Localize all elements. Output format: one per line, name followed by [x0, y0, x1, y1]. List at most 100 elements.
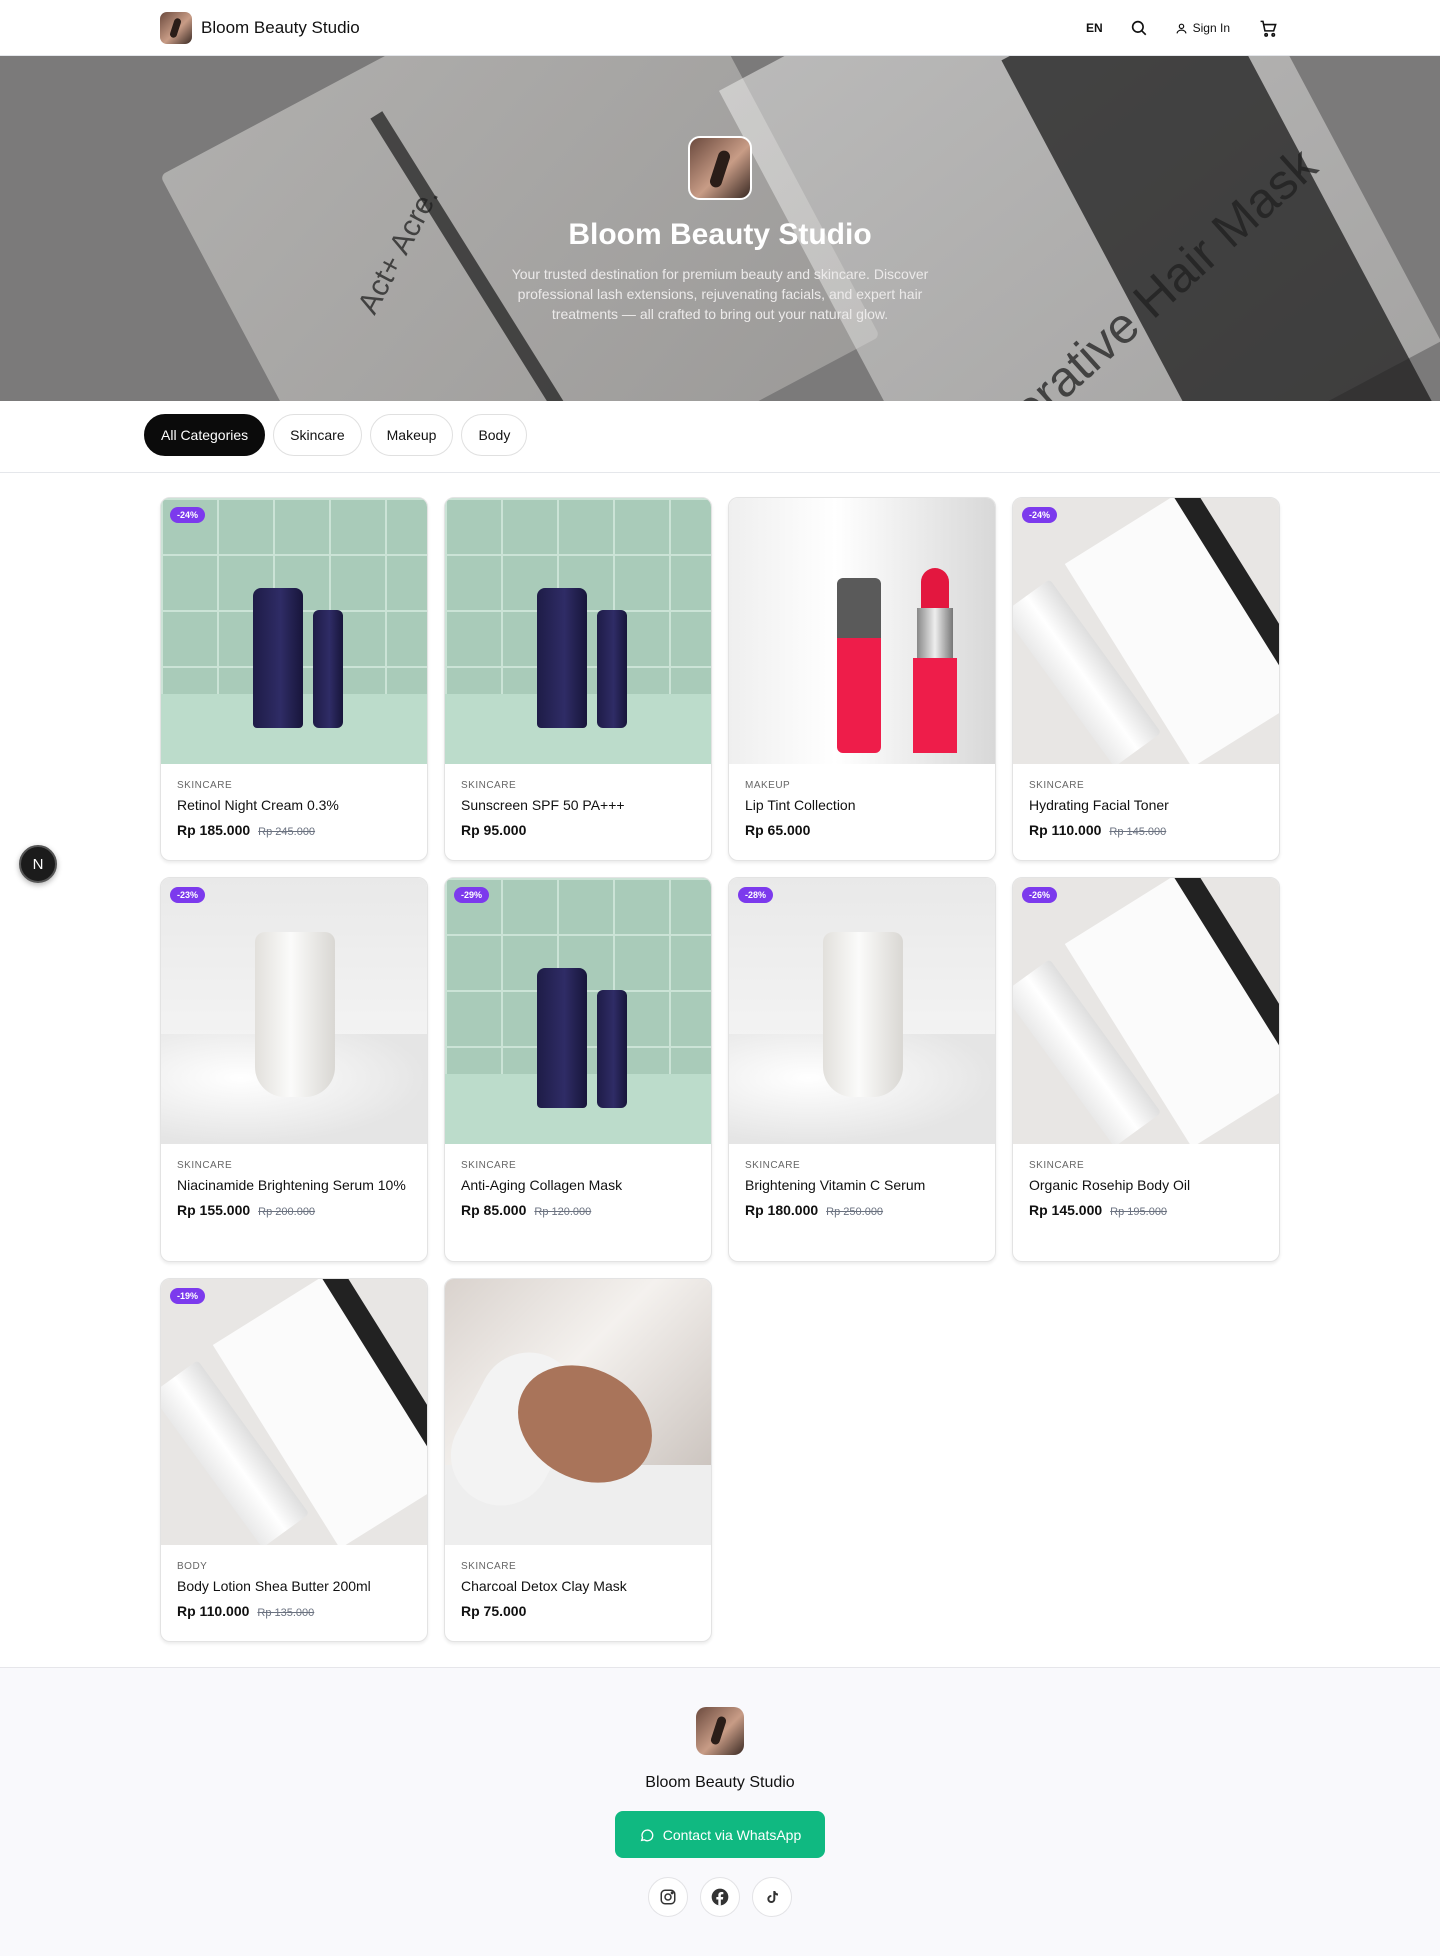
- product-image: [445, 1279, 711, 1545]
- category-chip-makeup[interactable]: Makeup: [369, 414, 454, 456]
- discount-badge: -26%: [1022, 887, 1058, 903]
- brand-logo: [160, 12, 192, 44]
- discount-badge: -28%: [738, 887, 774, 903]
- nav-actions: EN Sign In: [1086, 0, 1280, 56]
- sign-in-button[interactable]: Sign In: [1175, 21, 1230, 35]
- product-image: -29%: [445, 878, 711, 1144]
- product-price: Rp 110.000: [177, 1603, 250, 1619]
- product-name: Brightening Vitamin C Serum: [745, 1177, 926, 1193]
- product-name: Charcoal Detox Clay Mask: [461, 1578, 627, 1594]
- brand-name: Bloom Beauty Studio: [201, 18, 360, 37]
- footer-brand-name: Bloom Beauty Studio: [645, 1774, 795, 1791]
- product-card[interactable]: SKINCARE Sunscreen SPF 50 PA+++ Rp 95.000: [444, 497, 712, 861]
- product-card[interactable]: -24% SKINCARE Retinol Night Cream 0.3% Rp 1…: [160, 497, 428, 861]
- brand-link[interactable]: Bloom Beauty Studio: [160, 12, 360, 44]
- product-price: Rp 95.000: [461, 822, 527, 838]
- product-card[interactable]: -28% SKINCARE Brightening Vitamin C Serum R…: [728, 877, 996, 1262]
- product-image: [445, 498, 711, 764]
- product-price-row: Rp 155.000 Rp 200.000: [177, 1202, 411, 1218]
- product-image: -24%: [1013, 498, 1279, 764]
- search-icon[interactable]: [1127, 16, 1151, 40]
- product-image: -24%: [161, 498, 427, 764]
- discount-badge: -19%: [170, 1288, 206, 1304]
- product-old-price: Rp 135.000: [257, 1607, 315, 1619]
- product-category: MAKEUP: [745, 780, 791, 791]
- discount-badge: -29%: [454, 887, 490, 903]
- category-filter-bar: All Categories Skincare Makeup Body: [0, 401, 1440, 473]
- product-card[interactable]: -26% SKINCARE Organic Rosehip Body Oil Rp 1…: [1012, 877, 1280, 1262]
- product-info: SKINCARE Retinol Night Cream 0.3% Rp 185.0…: [161, 764, 427, 856]
- product-price-row: Rp 75.000: [461, 1603, 695, 1619]
- product-category: SKINCARE: [461, 1160, 517, 1171]
- product-old-price: Rp 195.000: [1110, 1206, 1168, 1218]
- product-price-row: Rp 65.000: [745, 822, 979, 838]
- product-info: SKINCARE Sunscreen SPF 50 PA+++ Rp 95.000: [445, 764, 711, 856]
- product-old-price: Rp 120.000: [534, 1206, 592, 1218]
- category-chip-all-categories[interactable]: All Categories: [144, 414, 266, 456]
- floating-n-badge[interactable]: N: [19, 845, 57, 883]
- product-name: Anti-Aging Collagen Mask: [461, 1177, 623, 1193]
- product-name: Sunscreen SPF 50 PA+++: [461, 797, 625, 813]
- product-info: SKINCARE Hydrating Facial Toner Rp 110.000…: [1013, 764, 1279, 856]
- footer-logo: [696, 1707, 744, 1755]
- product-category: SKINCARE: [177, 1160, 233, 1171]
- product-name: Organic Rosehip Body Oil: [1029, 1177, 1191, 1193]
- sign-in-label: Sign In: [1192, 21, 1230, 35]
- product-info: SKINCARE Charcoal Detox Clay Mask Rp 75.00…: [445, 1545, 711, 1637]
- tiktok-icon[interactable]: [752, 1877, 792, 1917]
- product-card[interactable]: -29% SKINCARE Anti-Aging Collagen Mask Rp 8…: [444, 877, 712, 1262]
- product-price-row: Rp 110.000 Rp 145.000: [1029, 822, 1263, 838]
- hero-title: Bloom Beauty Studio: [568, 218, 872, 251]
- product-name: Niacinamide Brightening Serum 10%: [177, 1177, 406, 1193]
- product-name: Lip Tint Collection: [745, 797, 856, 813]
- user-icon: [1176, 23, 1187, 33]
- discount-badge: -23%: [170, 887, 206, 903]
- product-card[interactable]: -24% SKINCARE Hydrating Facial Toner Rp 110…: [1012, 497, 1280, 861]
- product-old-price: Rp 245.000: [258, 826, 316, 838]
- product-price: Rp 180.000: [745, 1202, 819, 1218]
- instagram-icon[interactable]: [648, 1877, 688, 1917]
- product-price: Rp 145.000: [1029, 1202, 1103, 1218]
- hero-avatar: [688, 136, 752, 200]
- cart-icon[interactable]: [1256, 16, 1280, 40]
- product-card[interactable]: -23% SKINCARE Niacinamide Brightening Seru…: [160, 877, 428, 1262]
- product-name: Body Lotion Shea Butter 200ml: [177, 1578, 371, 1594]
- social-links: [0, 1877, 1440, 1917]
- whatsapp-icon: [640, 1828, 654, 1841]
- product-price-row: Rp 110.000 Rp 135.000: [177, 1603, 411, 1619]
- product-card[interactable]: MAKEUP Lip Tint Collection Rp 65.000: [728, 497, 996, 861]
- product-card[interactable]: SKINCARE Charcoal Detox Clay Mask Rp 75.00…: [444, 1278, 712, 1642]
- category-chips: All Categories Skincare Makeup Body: [144, 414, 528, 456]
- product-info: SKINCARE Brightening Vitamin C Serum Rp 18…: [729, 1144, 995, 1236]
- product-card[interactable]: -19% BODY Body Lotion Shea Butter 200ml Rp …: [160, 1278, 428, 1642]
- product-image: -26%: [1013, 878, 1279, 1144]
- category-chip-body[interactable]: Body: [461, 414, 528, 456]
- product-name: Retinol Night Cream 0.3%: [177, 797, 339, 813]
- product-price-row: Rp 180.000 Rp 250.000: [745, 1202, 979, 1218]
- product-image: -19%: [161, 1279, 427, 1545]
- product-price: Rp 65.000: [745, 822, 811, 838]
- product-old-price: Rp 145.000: [1109, 826, 1167, 838]
- product-name: Hydrating Facial Toner: [1029, 797, 1169, 813]
- product-price-row: Rp 185.000 Rp 245.000: [177, 822, 411, 838]
- product-info: SKINCARE Organic Rosehip Body Oil Rp 145.0…: [1013, 1144, 1279, 1236]
- hero-content: Bloom Beauty Studio Your trusted destina…: [0, 136, 1440, 324]
- discount-badge: -24%: [170, 507, 206, 523]
- product-info: BODY Body Lotion Shea Butter 200ml Rp 110.…: [161, 1545, 427, 1637]
- product-price-row: Rp 85.000 Rp 120.000: [461, 1202, 695, 1218]
- whatsapp-contact-button[interactable]: Contact via WhatsApp: [615, 1811, 825, 1858]
- product-image: -28%: [729, 878, 995, 1144]
- hero-description: Your trusted destination for premium bea…: [511, 266, 929, 322]
- category-chip-skincare[interactable]: Skincare: [273, 414, 362, 456]
- product-image: [729, 498, 995, 764]
- language-switch[interactable]: EN: [1086, 21, 1103, 35]
- product-category: BODY: [177, 1561, 208, 1572]
- product-category: SKINCARE: [1029, 1160, 1085, 1171]
- product-info: SKINCARE Niacinamide Brightening Serum 10…: [161, 1144, 427, 1236]
- product-old-price: Rp 250.000: [826, 1206, 884, 1218]
- product-price: Rp 85.000: [461, 1202, 527, 1218]
- product-price: Rp 155.000: [177, 1202, 251, 1218]
- product-price: Rp 75.000: [461, 1603, 527, 1619]
- facebook-icon[interactable]: [700, 1877, 740, 1917]
- top-navbar: Bloom Beauty Studio EN Sign In: [0, 0, 1440, 56]
